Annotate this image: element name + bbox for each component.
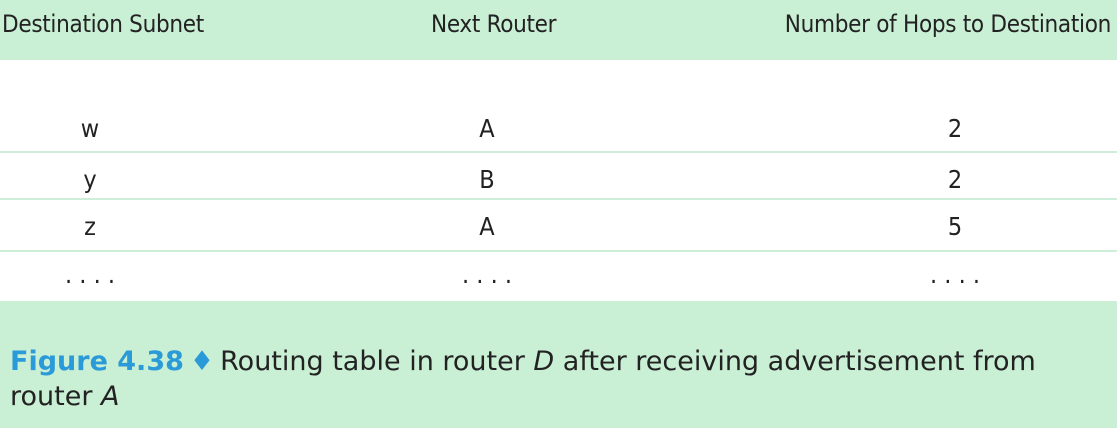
next-router-cell: A xyxy=(479,114,495,143)
figure: Destination Subnet Next Router Number of… xyxy=(0,0,1117,428)
hops-cell-ellipsis: . . . . xyxy=(930,260,980,289)
table-row: . . . . . . . . . . . . xyxy=(0,252,1117,303)
header-destination-subnet: Destination Subnet xyxy=(2,10,204,38)
destination-cell: z xyxy=(84,212,96,241)
table-footer-band xyxy=(0,301,1117,336)
caption-text-part1: Routing table in router xyxy=(220,346,534,377)
table-row: w A 2 xyxy=(0,102,1117,153)
routing-table: Destination Subnet Next Router Number of… xyxy=(0,0,1117,301)
figure-number: Figure 4.38 xyxy=(10,346,184,377)
destination-cell-ellipsis: . . . . xyxy=(65,260,115,289)
header-spacer xyxy=(0,60,1117,102)
caption-router-d: D xyxy=(533,346,555,377)
destination-cell: y xyxy=(83,165,97,194)
table-header-row: Destination Subnet Next Router Number of… xyxy=(0,0,1117,60)
hops-cell: 5 xyxy=(947,212,963,241)
header-number-of-hops: Number of Hops to Destination xyxy=(784,10,1112,38)
header-next-router: Next Router xyxy=(431,10,557,38)
next-router-cell: B xyxy=(479,165,495,194)
next-router-cell: A xyxy=(479,212,495,241)
table-row: y B 2 xyxy=(0,153,1117,204)
next-router-cell-ellipsis: . . . . xyxy=(462,260,512,289)
hops-cell: 2 xyxy=(947,114,963,143)
caption-router-a: A xyxy=(101,381,120,412)
table-row: z A 5 xyxy=(0,200,1117,251)
hops-cell: 2 xyxy=(947,165,963,194)
destination-cell: w xyxy=(80,114,100,143)
diamond-icon: ♦ xyxy=(189,346,215,377)
figure-caption: Figure 4.38 ♦ Routing table in router D af… xyxy=(0,336,1117,428)
